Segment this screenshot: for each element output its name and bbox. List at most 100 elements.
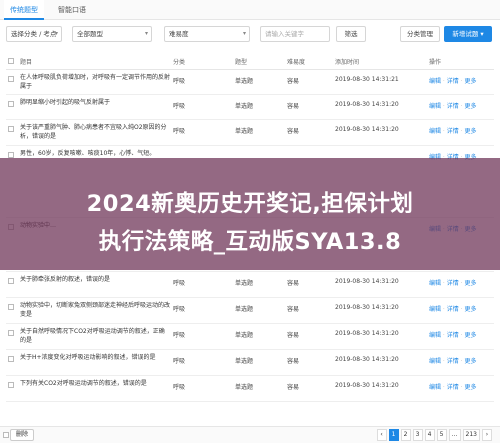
footer-select-checkbox[interactable] bbox=[3, 432, 9, 438]
row-checkbox[interactable] bbox=[8, 101, 14, 107]
type-select[interactable]: 全部题型 ▾ bbox=[72, 26, 152, 42]
question-type: 单选题 bbox=[235, 306, 254, 313]
more-link[interactable]: 更多 bbox=[465, 78, 477, 85]
edit-link[interactable]: 编辑 bbox=[429, 103, 441, 110]
page-button[interactable]: 1 bbox=[388, 429, 399, 441]
question-text: 肺明显缩小时引起的吸气反射属于 bbox=[20, 99, 111, 106]
delete-button[interactable]: 删除 bbox=[10, 429, 35, 441]
question-category: 呼吸 bbox=[173, 128, 186, 135]
table-row: 在人体呼吸肌负荷增加时，对呼吸有一定调节作用的反射属于 呼吸 单选题 容易 2019-0… bbox=[6, 70, 494, 95]
row-checkbox[interactable] bbox=[8, 126, 14, 132]
question-added-time: 2019-08-30 14:31:21 bbox=[335, 76, 399, 83]
more-link[interactable]: 更多 bbox=[465, 306, 477, 313]
row-actions: 编辑 · 详情 · 更多 bbox=[429, 126, 477, 135]
chevron-down-icon: ▾ bbox=[242, 30, 246, 37]
row-checkbox[interactable] bbox=[8, 356, 14, 362]
page-button[interactable]: 2 bbox=[400, 429, 411, 441]
edit-link[interactable]: 编辑 bbox=[429, 332, 441, 339]
question-type: 单选题 bbox=[235, 384, 254, 391]
category-select[interactable]: 选择分类 / 考点 ▾ bbox=[6, 26, 62, 42]
table-row: 下列有关CO2对呼吸运动调节的叙述，错误的是 呼吸 单选题 容易 2019-08-30 … bbox=[6, 376, 494, 402]
edit-link[interactable]: 编辑 bbox=[429, 306, 441, 313]
row-checkbox[interactable] bbox=[8, 76, 14, 82]
table-row: 肺明显缩小时引起的吸气反射属于 呼吸 单选题 容易 2019-08-30 14:31:2… bbox=[6, 95, 494, 120]
add-question-button[interactable]: 新增试题 ▾ bbox=[444, 26, 492, 42]
question-type: 单选题 bbox=[235, 332, 254, 339]
detail-link[interactable]: 详情 bbox=[447, 78, 459, 85]
edit-link[interactable]: 编辑 bbox=[429, 128, 441, 135]
more-link[interactable]: 更多 bbox=[465, 280, 477, 287]
search-input[interactable]: 请输入关键字 bbox=[260, 26, 330, 42]
row-checkbox[interactable] bbox=[8, 330, 14, 336]
question-type: 单选题 bbox=[235, 128, 254, 135]
edit-link[interactable]: 编辑 bbox=[429, 384, 441, 391]
header-category: 分类 bbox=[173, 59, 186, 66]
category-manage-button[interactable]: 分类管理 bbox=[400, 26, 440, 42]
difficulty-select[interactable]: 难易度 ▾ bbox=[164, 26, 250, 42]
question-category: 呼吸 bbox=[173, 358, 186, 365]
table-row: 关于H+浓度变化对呼吸运动影响的叙述，错误的是 呼吸 单选题 容易 2019-08-30… bbox=[6, 350, 494, 376]
question-difficulty: 容易 bbox=[287, 384, 300, 391]
tab-traditional[interactable]: 传统题型 bbox=[4, 0, 44, 20]
select-all-checkbox[interactable] bbox=[8, 58, 14, 64]
row-actions: 编辑 · 详情 · 更多 bbox=[429, 76, 477, 85]
question-text: 关于自然呼吸情况下CO2对呼吸运动调节的叙述，正确的是 bbox=[20, 328, 165, 344]
row-checkbox[interactable] bbox=[8, 382, 14, 388]
question-text: 关于肺牵张反射的叙述，错误的是 bbox=[20, 276, 111, 283]
table-row: 动物实验中，切断家兔双侧颈部迷走神经后呼吸运动的改变是 呼吸 单选题 容易 2019-0… bbox=[6, 298, 494, 324]
question-added-time: 2019-08-30 14:31:20 bbox=[335, 278, 399, 285]
difficulty-select-value: 难易度 bbox=[169, 30, 189, 38]
table-row: 关于肺牵张反射的叙述，错误的是 呼吸 单选题 容易 2019-08-30 14:31:2… bbox=[6, 272, 494, 298]
page-button[interactable]: 5 bbox=[436, 429, 447, 441]
page-button[interactable]: … bbox=[448, 429, 461, 441]
header-difficulty: 难易度 bbox=[287, 59, 306, 66]
chevron-down-icon: ▾ bbox=[144, 30, 148, 37]
detail-link[interactable]: 详情 bbox=[447, 358, 459, 365]
question-added-time: 2019-08-30 14:31:20 bbox=[335, 101, 399, 108]
header-type: 题型 bbox=[235, 59, 248, 66]
question-difficulty: 容易 bbox=[287, 128, 300, 135]
detail-link[interactable]: 详情 bbox=[447, 384, 459, 391]
more-link[interactable]: 更多 bbox=[465, 332, 477, 339]
table-header: 题目 分类 题型 难易度 添加时间 操作 bbox=[6, 52, 494, 70]
row-actions: 编辑 · 详情 · 更多 bbox=[429, 382, 477, 391]
question-category: 呼吸 bbox=[173, 103, 186, 110]
detail-link[interactable]: 详情 bbox=[447, 306, 459, 313]
table-row: 关于自然呼吸情况下CO2对呼吸运动调节的叙述，正确的是 呼吸 单选题 容易 2019-0… bbox=[6, 324, 494, 350]
question-difficulty: 容易 bbox=[287, 103, 300, 110]
question-category: 呼吸 bbox=[173, 78, 186, 85]
header-actions: 操作 bbox=[429, 59, 442, 66]
edit-link[interactable]: 编辑 bbox=[429, 78, 441, 85]
category-select-value: 选择分类 / 考点 bbox=[11, 30, 57, 38]
prev-page-button[interactable]: ‹ bbox=[376, 429, 387, 441]
row-checkbox[interactable] bbox=[8, 304, 14, 310]
detail-link[interactable]: 详情 bbox=[447, 280, 459, 287]
detail-link[interactable]: 详情 bbox=[447, 103, 459, 110]
more-link[interactable]: 更多 bbox=[465, 128, 477, 135]
more-link[interactable]: 更多 bbox=[465, 358, 477, 365]
edit-link[interactable]: 编辑 bbox=[429, 280, 441, 287]
edit-link[interactable]: 编辑 bbox=[429, 358, 441, 365]
row-checkbox[interactable] bbox=[8, 278, 14, 284]
detail-link[interactable]: 详情 bbox=[447, 332, 459, 339]
page-button[interactable]: 3 bbox=[412, 429, 423, 441]
chevron-down-icon: ▾ bbox=[480, 30, 484, 38]
question-difficulty: 容易 bbox=[287, 358, 300, 365]
detail-link[interactable]: 详情 bbox=[447, 128, 459, 135]
more-link[interactable]: 更多 bbox=[465, 103, 477, 110]
question-category: 呼吸 bbox=[173, 306, 186, 313]
row-actions: 编辑 · 详情 · 更多 bbox=[429, 330, 477, 339]
next-page-button[interactable]: › bbox=[482, 429, 492, 441]
question-difficulty: 容易 bbox=[287, 78, 300, 85]
filter-button[interactable]: 筛选 bbox=[336, 26, 366, 42]
page-button[interactable]: 213 bbox=[462, 429, 480, 441]
question-category: 呼吸 bbox=[173, 384, 186, 391]
header-question: 题目 bbox=[20, 59, 33, 66]
pagination: ‹ 1 2 3 4 5… 213 › bbox=[375, 429, 492, 441]
tab-smart-oral[interactable]: 智能口语 bbox=[52, 0, 92, 20]
question-text: 关于H+浓度变化对呼吸运动影响的叙述，错误的是 bbox=[20, 354, 156, 361]
more-link[interactable]: 更多 bbox=[465, 384, 477, 391]
page-button[interactable]: 4 bbox=[424, 429, 435, 441]
question-type: 单选题 bbox=[235, 280, 254, 287]
row-actions: 编辑 · 详情 · 更多 bbox=[429, 101, 477, 110]
